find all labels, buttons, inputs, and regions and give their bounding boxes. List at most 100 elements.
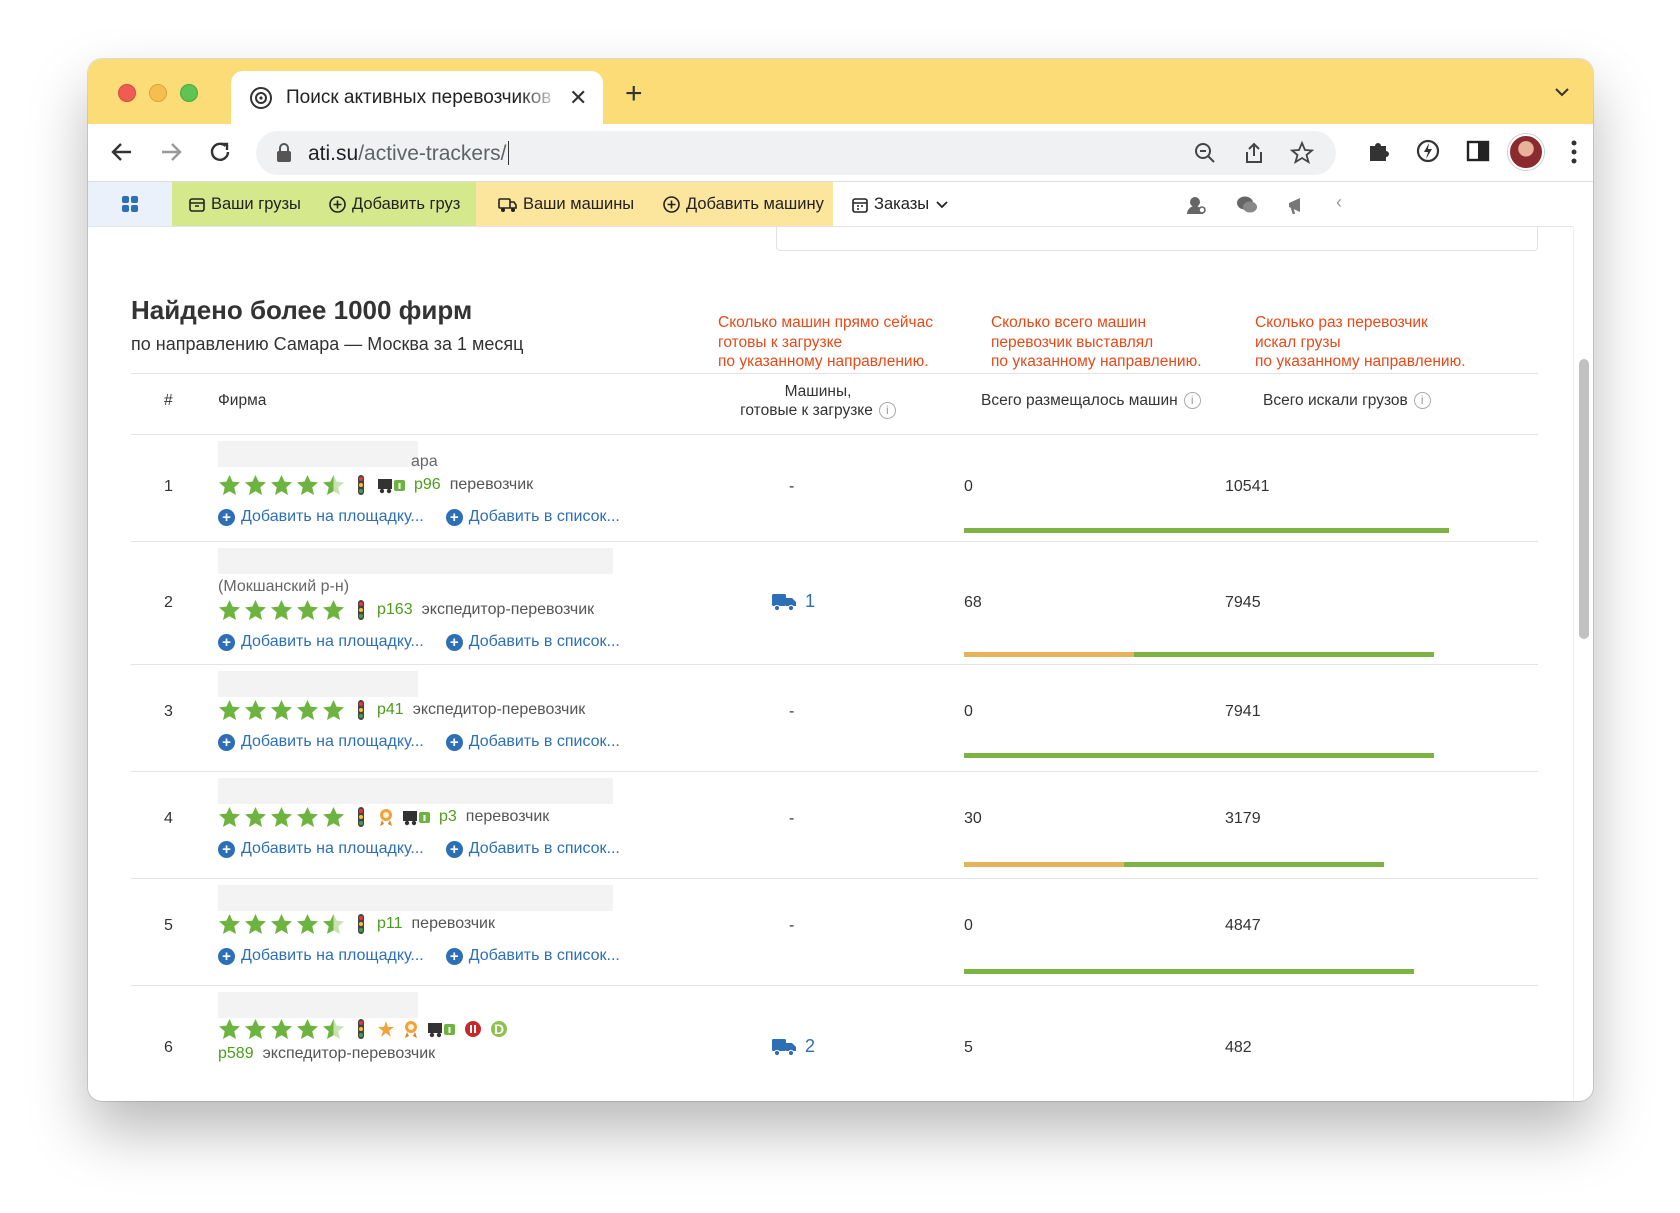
add-to-list-link[interactable]: + Добавить в список...: [445, 633, 620, 651]
tab-close-icon[interactable]: ✕: [569, 85, 587, 111]
add-to-list-link[interactable]: + Добавить в список...: [445, 947, 620, 965]
table-row: 6 Dр589 экспедитор-перевозчик 2 5 482: [131, 986, 1538, 1101]
page-scrollbar-thumb[interactable]: [1579, 359, 1589, 639]
firm-type: перевозчик: [465, 808, 550, 825]
firm-name-redacted[interactable]: [218, 992, 418, 1018]
chat-bubbles-icon[interactable]: [1236, 194, 1258, 216]
ready-trucks-link[interactable]: 2: [771, 1036, 815, 1057]
col-ready-header-line1: Машины,: [784, 383, 852, 400]
row-actions: + Добавить на площадку... + Добавить в спи…: [218, 508, 620, 526]
chevron-down-icon: [936, 200, 948, 208]
rating-star-icon: [296, 806, 319, 828]
firm-name-redacted[interactable]: [218, 885, 613, 911]
firm-name-redacted[interactable]: [218, 548, 613, 574]
share-icon[interactable]: [1242, 141, 1266, 165]
rating-star-icon: [322, 913, 345, 935]
minimize-window-button[interactable]: [149, 84, 167, 102]
nav-orders[interactable]: Заказы: [852, 195, 949, 214]
firm-name-redacted[interactable]: [218, 671, 418, 697]
row-number: 6: [164, 1039, 173, 1056]
add-to-list-link[interactable]: + Добавить в список...: [445, 840, 620, 858]
table-row: 3 р41 экспедитор-перевозчик + Добавить на …: [131, 665, 1538, 772]
nav-add-cargo-label: Добавить груз: [352, 195, 461, 213]
info-icon[interactable]: i: [878, 402, 896, 419]
forward-arrow-icon[interactable]: [157, 138, 185, 166]
rating-star-icon: [244, 806, 267, 828]
close-window-button[interactable]: [118, 84, 136, 102]
cargo-badge-icon: [403, 811, 430, 826]
plus-circle-icon: +: [445, 840, 463, 858]
add-to-platform-link[interactable]: + Добавить на площадку...: [218, 947, 424, 965]
firm-badges: р11 перевозчик: [218, 913, 495, 935]
profile-avatar[interactable]: [1508, 134, 1544, 170]
table-row: 5 р11 перевозчик + Добавить на площадку...…: [131, 879, 1538, 986]
activity-bar: [964, 528, 1449, 533]
posted-trucks-value: 68: [964, 594, 982, 611]
chevron-down-icon[interactable]: [1553, 83, 1571, 101]
add-to-platform-link[interactable]: + Добавить на площадку...: [218, 508, 424, 526]
new-tab-button[interactable]: +: [625, 79, 643, 109]
row-actions: + Добавить на площадку... + Добавить в спи…: [218, 947, 620, 965]
browser-tab[interactable]: Поиск активных перевозчиков ✕: [231, 71, 603, 124]
apps-menu-button[interactable]: [88, 182, 172, 226]
firm-name-redacted[interactable]: [218, 778, 613, 804]
firm-rating-code[interactable]: р589: [218, 1045, 254, 1063]
add-to-platform-link[interactable]: + Добавить на площадку...: [218, 633, 424, 651]
row-actions: + Добавить на площадку... + Добавить в спи…: [218, 840, 620, 858]
tab-title: Поиск активных перевозчиков: [286, 87, 552, 108]
col-number-header: #: [164, 392, 173, 409]
nav-your-trucks[interactable]: Ваши машины: [498, 195, 634, 214]
maximize-window-button[interactable]: [180, 84, 198, 102]
posted-trucks-value: 30: [964, 810, 982, 827]
rating-star-icon: [270, 474, 293, 496]
nav-your-trucks-label: Ваши машины: [523, 195, 635, 213]
rating-star-icon: [244, 474, 267, 496]
plus-circle-icon: +: [445, 633, 463, 651]
zoom-icon[interactable]: [1193, 141, 1217, 165]
info-icon[interactable]: i: [1183, 392, 1201, 409]
firm-rating-code[interactable]: р96: [414, 476, 441, 494]
bookmark-star-icon[interactable]: [1290, 141, 1314, 165]
truck-icon: [772, 1038, 796, 1056]
plus-circle-icon: [663, 196, 680, 213]
extension-bolt-icon[interactable]: [1415, 138, 1441, 164]
user-search-icon[interactable]: [1185, 194, 1207, 216]
plus-circle-icon: +: [445, 508, 463, 526]
nav-add-cargo[interactable]: Добавить груз: [329, 195, 460, 214]
row-number: 2: [164, 594, 173, 611]
firm-name-tail[interactable]: ара: [411, 453, 438, 471]
info-icon[interactable]: i: [1413, 392, 1431, 409]
svg-text:D: D: [494, 1021, 504, 1037]
col-posted-header-label: Всего размещалось машин: [981, 392, 1178, 409]
megaphone-icon[interactable]: [1286, 194, 1308, 216]
note-ready-trucks: Сколько машин прямо сейчас готовы к загр…: [718, 314, 933, 370]
add-to-platform-link[interactable]: + Добавить на площадку...: [218, 733, 424, 751]
add-to-list-link[interactable]: + Добавить в список...: [445, 508, 620, 526]
firm-rating-code[interactable]: р41: [377, 701, 404, 719]
rating-star-icon: [218, 1018, 241, 1040]
side-panel-icon[interactable]: [1465, 138, 1491, 164]
nav-add-truck[interactable]: Добавить машину: [663, 195, 824, 214]
ready-trucks-link[interactable]: 1: [771, 591, 815, 612]
traffic-light-icon: [358, 914, 364, 934]
ready-trucks-value: -: [789, 917, 795, 934]
rating-star-icon: [218, 474, 241, 496]
firm-rating-code[interactable]: р11: [377, 915, 403, 933]
activity-bar-trucks-segment: [964, 862, 1124, 867]
reload-icon[interactable]: [206, 138, 234, 166]
extensions-puzzle-icon[interactable]: [1366, 138, 1392, 164]
firm-rating-code[interactable]: р3: [439, 808, 457, 826]
add-to-list-link[interactable]: + Добавить в список...: [445, 733, 620, 751]
note-posted-trucks: Сколько всего машин перевозчик выставлял…: [991, 314, 1202, 370]
back-arrow-icon[interactable]: [108, 138, 136, 166]
firm-type: экспедитор-перевозчик: [262, 1045, 436, 1062]
firm-name-redacted[interactable]: [218, 441, 418, 467]
collapse-chevron-icon[interactable]: ‹: [1336, 192, 1358, 214]
menu-kebab-icon[interactable]: [1571, 138, 1577, 166]
nav-your-cargo[interactable]: Ваши грузы: [189, 195, 301, 214]
firm-rating-code[interactable]: р163: [377, 601, 413, 619]
lock-icon[interactable]: [276, 143, 292, 163]
col-searched-header-label: Всего искали грузов: [1263, 392, 1408, 409]
add-to-platform-link[interactable]: + Добавить на площадку...: [218, 840, 424, 858]
address-bar[interactable]: ati.su/active-trackers/: [256, 131, 1336, 175]
